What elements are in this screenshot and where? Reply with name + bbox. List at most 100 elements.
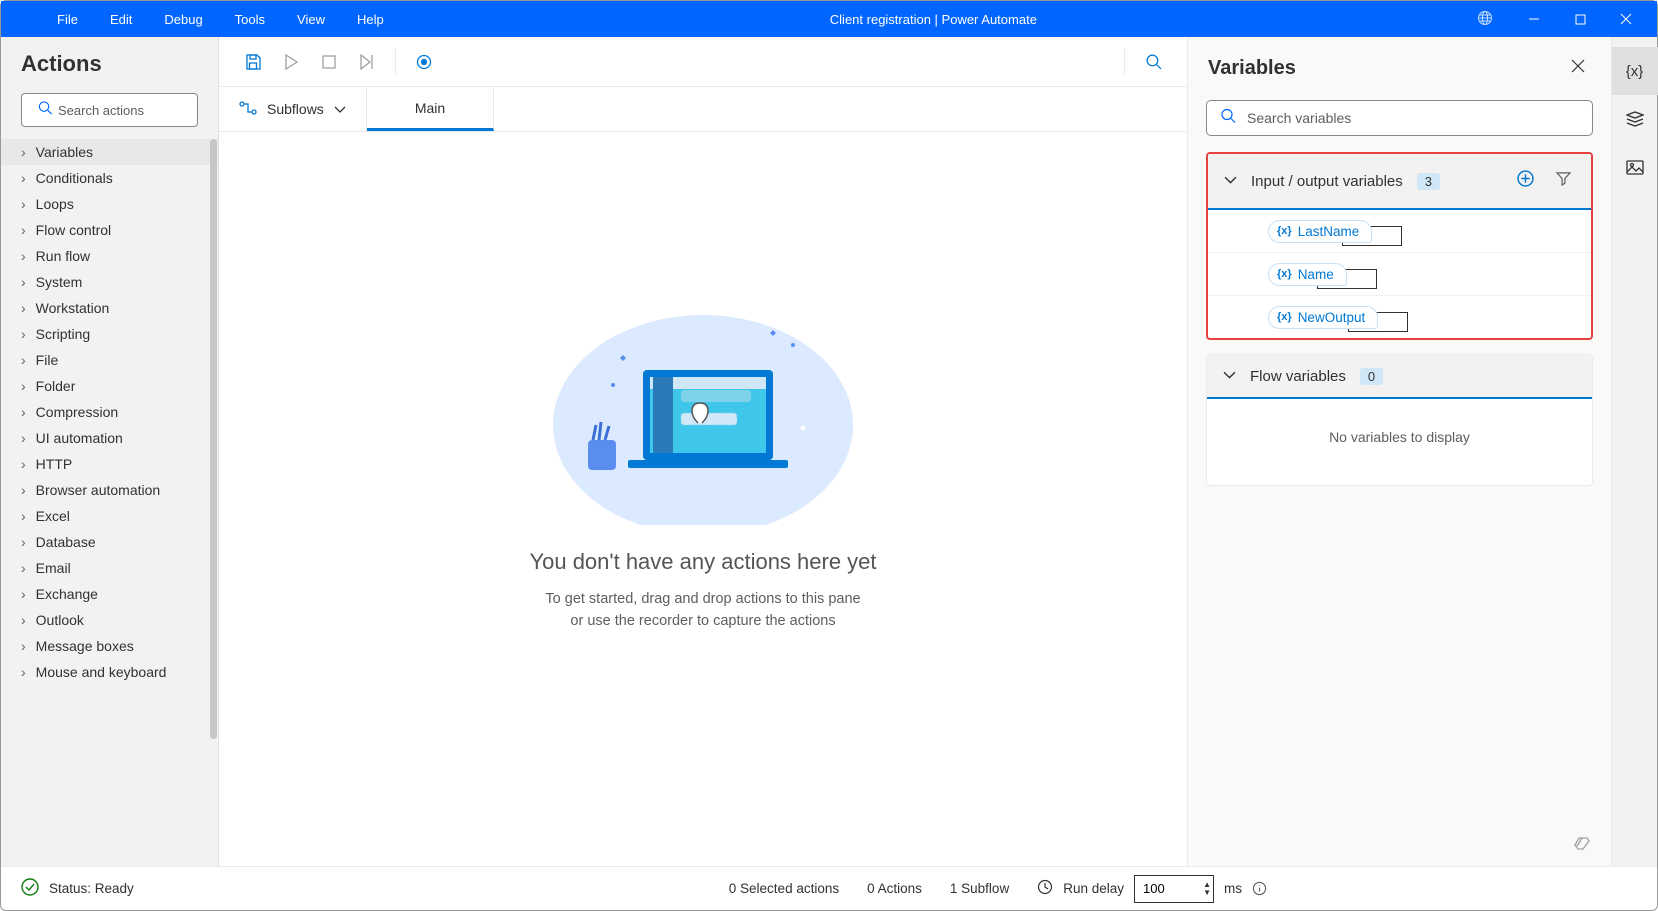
divider [1124,48,1125,76]
menu-help[interactable]: Help [341,4,400,35]
action-category-http[interactable]: ›HTTP [1,451,218,477]
rail-variables-button[interactable]: {x} [1612,47,1658,95]
chevron-right-icon: › [21,222,26,238]
variables-header: Variables [1208,57,1296,80]
minimize-button[interactable] [1511,1,1557,37]
action-category-message-boxes[interactable]: › Message boxes [1,633,218,659]
menu-edit[interactable]: Edit [94,4,148,35]
spinner-buttons[interactable]: ▲▼ [1203,881,1211,897]
action-category-browser-automation[interactable]: ›Browser automation [1,477,218,503]
empty-line2: or use the recorder to capture the actio… [570,613,835,629]
variable-row[interactable]: {x}NewOutput [1208,296,1591,338]
action-category-loops[interactable]: › Loops [1,191,218,217]
flow-count-badge: 0 [1360,368,1383,385]
action-category-flow-control[interactable]: ›Flow control [1,217,218,243]
action-label: Outlook [36,612,84,628]
rail-images-button[interactable] [1612,143,1658,191]
chevron-right-icon: › [21,196,26,212]
status-subflow-count: 1 Subflow [950,881,1009,896]
subflows-label: Subflows [267,101,324,117]
clear-button[interactable] [1188,831,1611,856]
variables-search-input[interactable] [1206,100,1593,136]
variable-pill[interactable]: {x}Name [1268,263,1347,286]
run-delay-label: Run delay [1063,881,1124,896]
action-label: Message boxes [36,638,134,654]
filter-button[interactable] [1552,167,1575,195]
run-delay-input[interactable] [1134,875,1214,903]
status-ok-icon [21,878,39,899]
status-bar: Status: Ready 0 Selected actions 0 Actio… [1,866,1657,910]
scrollbar[interactable] [210,139,217,739]
add-variable-button[interactable] [1513,166,1538,196]
run-button[interactable] [273,44,309,80]
variable-row[interactable]: {x}Name [1208,253,1591,296]
action-label: Database [36,534,96,550]
action-category-database[interactable]: ›Database [1,529,218,555]
action-category-file[interactable]: ›File [1,347,218,373]
action-category-email[interactable]: ›Email [1,555,218,581]
variable-icon: {x} [1277,225,1292,237]
chevron-right-icon: › [21,144,26,160]
action-category-scripting[interactable]: ›Scripting [1,321,218,347]
chevron-right-icon: › [21,612,26,628]
chevron-right-icon: › [21,326,26,342]
action-category-folder[interactable]: ›Folder [1,373,218,399]
menu-debug[interactable]: Debug [148,4,218,35]
variable-row[interactable]: {x} LastName [1208,210,1591,253]
tab-main[interactable]: Main [367,87,494,131]
chevron-right-icon: › [21,638,26,654]
action-category-outlook[interactable]: › Outlook [1,607,218,633]
subflows-dropdown[interactable]: Subflows [219,87,367,131]
variable-name: Name [1298,267,1334,282]
flow-variables-section: Flow variables 0 No variables to display [1206,354,1593,486]
divider [395,48,396,76]
save-button[interactable] [235,44,271,80]
tabs-row: Subflows Main [219,87,1187,132]
variable-pill[interactable]: {x} LastName [1268,220,1372,243]
menu-bar: File Edit Debug Tools View Help [1,4,400,35]
io-variables-header[interactable]: Input / output variables 3 [1208,154,1591,210]
window-title: Client registration | Power Automate [400,12,1467,27]
rail-ui-elements-button[interactable] [1612,95,1658,143]
action-category-compression[interactable]: ›Compression [1,399,218,425]
action-category-exchange[interactable]: ›Exchange [1,581,218,607]
info-icon[interactable] [1252,881,1267,896]
close-button[interactable] [1603,1,1649,37]
flow-variables-empty: No variables to display [1207,399,1592,485]
action-category-variables[interactable]: › Variables [1,139,218,165]
chevron-right-icon: › [21,482,26,498]
action-label: File [36,352,59,368]
action-category-workstation[interactable]: ›Workstation [1,295,218,321]
action-label: Folder [36,378,76,394]
flow-variables-header[interactable]: Flow variables 0 [1207,355,1592,399]
environment-badge[interactable] [1467,6,1503,33]
step-button[interactable] [349,44,385,80]
empty-illustration [543,285,863,525]
action-label: Excel [36,508,70,524]
chevron-right-icon: › [21,404,26,420]
chevron-right-icon: › [21,170,26,186]
action-category-run-flow[interactable]: ›Run flow [1,243,218,269]
designer-canvas[interactable]: You don't have any actions here yet To g… [219,132,1187,866]
search-button[interactable] [1135,44,1171,80]
action-category-ui-automation[interactable]: ›UI automation [1,425,218,451]
menu-view[interactable]: View [281,4,341,35]
action-category-mouse-keyboard[interactable]: ›Mouse and keyboard [1,659,218,685]
action-category-conditionals[interactable]: ›Conditionals [1,165,218,191]
action-label: Loops [36,196,74,212]
action-label: Variables [36,144,93,160]
stop-button[interactable] [311,44,347,80]
menu-tools[interactable]: Tools [219,4,281,35]
chevron-down-icon [1224,172,1237,190]
action-category-system[interactable]: ›System [1,269,218,295]
menu-file[interactable]: File [41,4,94,35]
variable-name: LastName [1298,224,1360,239]
actions-panel: Actions ›Variables ›Conditionals ›Loops … [1,37,219,866]
actions-list[interactable]: › Variables ›Conditionals › Loops ›Flow co… [1,139,218,866]
action-category-excel[interactable]: ›Excel [1,503,218,529]
record-button[interactable] [406,44,442,80]
action-label: HTTP [36,456,73,472]
close-panel-button[interactable] [1565,53,1591,84]
maximize-button[interactable] [1557,1,1603,37]
variable-pill[interactable]: {x}NewOutput [1268,306,1378,329]
